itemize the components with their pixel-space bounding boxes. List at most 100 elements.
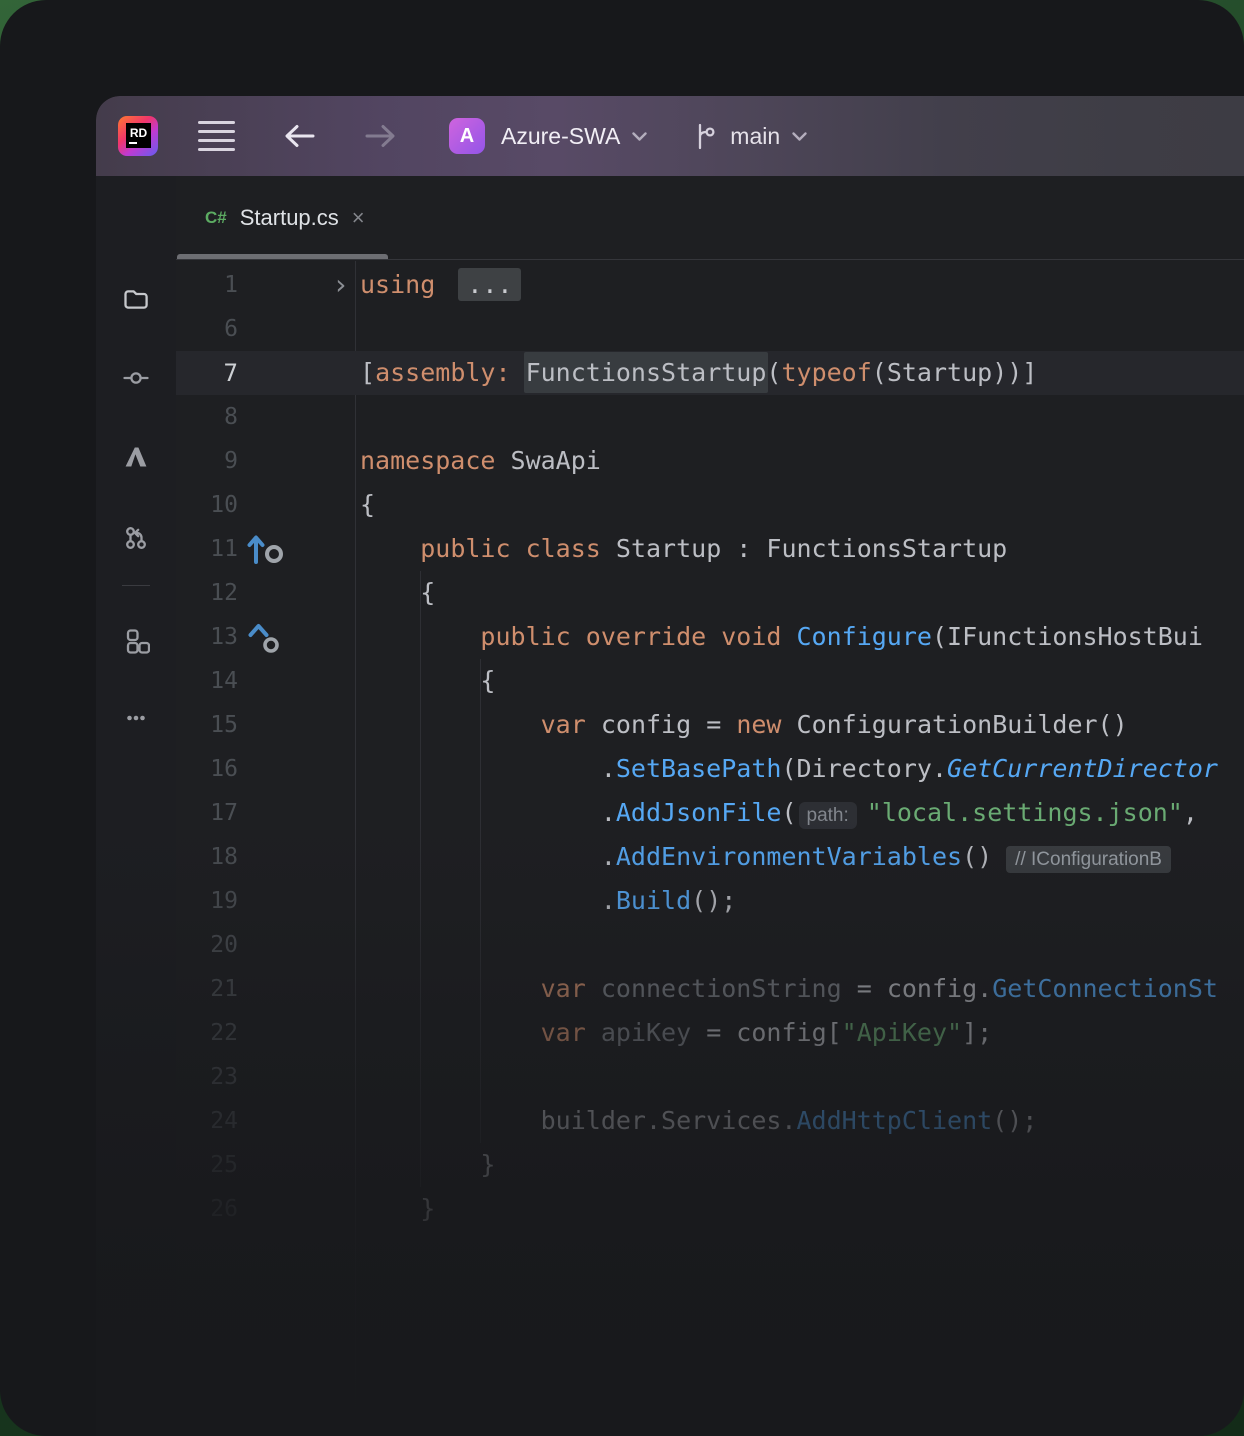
gutter-cell[interactable]: 6: [176, 307, 355, 351]
editor-tab-bar: C# Startup.cs ×: [176, 176, 1244, 260]
code-line[interactable]: 9namespace SwaApi: [176, 439, 1244, 483]
gutter-cell[interactable]: 20: [176, 923, 355, 967]
gutter-cell[interactable]: 14: [176, 659, 355, 703]
code-token: public override void: [480, 622, 796, 651]
fold-chevron-icon[interactable]: ›: [332, 263, 349, 307]
code-line[interactable]: 13 public override void Configure(IFunct…: [176, 615, 1244, 659]
sidebar-item-more[interactable]: [122, 704, 150, 732]
code-text: .Build();: [355, 879, 736, 923]
project-avatar[interactable]: A: [449, 118, 485, 154]
gutter-cell[interactable]: 9: [176, 439, 355, 483]
code-line[interactable]: 19 .Build();: [176, 879, 1244, 923]
code-token: [360, 534, 420, 563]
code-token: Startup : FunctionsStartup: [616, 534, 1007, 563]
chevron-down-icon: [631, 131, 648, 142]
code-token: (Directory.: [781, 754, 947, 783]
code-line[interactable]: 11 public class Startup : FunctionsStart…: [176, 527, 1244, 571]
branch-selector-button[interactable]: [791, 131, 808, 142]
gutter-cell[interactable]: 10: [176, 483, 355, 527]
code-token: (): [962, 842, 992, 871]
code-editor[interactable]: 1›using ...67[assembly: FunctionsStartup…: [176, 261, 1244, 1436]
project-selector-button[interactable]: [631, 131, 648, 142]
code-text: [355, 923, 360, 967]
main-menu-button[interactable]: [198, 121, 235, 152]
code-line[interactable]: 17 .AddJsonFile(path:"local.settings.jso…: [176, 791, 1244, 835]
line-number: 11: [210, 527, 238, 571]
line-number: 10: [210, 483, 238, 527]
code-line[interactable]: 18 .AddEnvironmentVariables()// IConfigu…: [176, 835, 1244, 879]
gutter-cell[interactable]: 11: [176, 527, 355, 571]
code-token: AddEnvironmentVariables: [616, 842, 962, 871]
code-line[interactable]: 1›using ...: [176, 263, 1244, 307]
code-token: .: [360, 798, 616, 827]
code-token: "local.settings.json": [867, 798, 1183, 827]
line-number: 26: [210, 1187, 238, 1231]
tab-startup-cs[interactable]: C# Startup.cs ×: [176, 176, 389, 259]
code-text: builder.Services.AddHttpClient();: [355, 1099, 1037, 1143]
code-line[interactable]: 8: [176, 395, 1244, 439]
code-text: {: [355, 483, 375, 527]
code-token: {: [360, 490, 375, 519]
vcs-widget[interactable]: main: [692, 121, 808, 151]
code-line[interactable]: 7[assembly: FunctionsStartup(typeof(Star…: [176, 351, 1244, 395]
gutter-cell[interactable]: 1›: [176, 263, 355, 307]
gutter-cell[interactable]: 16: [176, 747, 355, 791]
gutter-cell[interactable]: 15: [176, 703, 355, 747]
code-token: SetBasePath: [616, 754, 782, 783]
sidebar-item-structure[interactable]: [122, 627, 150, 655]
code-line[interactable]: 25 }: [176, 1143, 1244, 1187]
gutter-cell[interactable]: 25: [176, 1143, 355, 1187]
tab-close-icon[interactable]: ×: [352, 207, 365, 229]
gutter-cell[interactable]: 23: [176, 1055, 355, 1099]
back-button[interactable]: [281, 122, 317, 150]
code-line[interactable]: 16 .SetBasePath(Directory.GetCurrentDire…: [176, 747, 1244, 791]
gutter-cell[interactable]: 8: [176, 395, 355, 439]
git-branch-icon: [692, 121, 718, 151]
overrides-marker-icon: [246, 620, 282, 654]
code-token: .: [360, 842, 616, 871]
gutter-cell[interactable]: 22: [176, 1011, 355, 1055]
code-token: .: [360, 754, 616, 783]
line-number: 7: [224, 351, 238, 395]
gutter-cell[interactable]: 18: [176, 835, 355, 879]
code-line[interactable]: 6: [176, 307, 1244, 351]
code-text: [355, 1055, 360, 1099]
gutter-cell[interactable]: 21: [176, 967, 355, 1011]
gutter-cell[interactable]: 26: [176, 1187, 355, 1231]
forward-button[interactable]: [363, 122, 399, 150]
code-token: using: [360, 270, 450, 299]
main-toolbar: RD A Azure-SWA: [96, 96, 1244, 176]
code-line[interactable]: 22 var apiKey = config["ApiKey"];: [176, 1011, 1244, 1055]
code-line[interactable]: 26 }: [176, 1187, 1244, 1231]
gutter-cell[interactable]: 12: [176, 571, 355, 615]
code-text: .AddJsonFile(path:"local.settings.json",: [355, 791, 1198, 835]
code-token: var: [541, 1018, 601, 1047]
gutter-cell[interactable]: 19: [176, 879, 355, 923]
sidebar-item-commit[interactable]: [122, 364, 150, 392]
overrides-gutter-icon[interactable]: [246, 620, 282, 654]
sidebar-item-pull-requests[interactable]: [122, 524, 150, 552]
gutter-cell[interactable]: 13: [176, 615, 355, 659]
code-token: ...: [458, 268, 521, 301]
gutter-cell[interactable]: 7: [176, 351, 355, 395]
code-line[interactable]: 12 {: [176, 571, 1244, 615]
more-dots-icon: [122, 704, 150, 732]
sidebar-item-project[interactable]: [122, 285, 150, 313]
code-token: new: [736, 710, 796, 739]
code-line[interactable]: 23: [176, 1055, 1244, 1099]
sidebar-item-azure[interactable]: [122, 443, 150, 471]
code-line[interactable]: 24 builder.Services.AddHttpClient();: [176, 1099, 1244, 1143]
project-name[interactable]: Azure-SWA: [501, 123, 620, 150]
gutter-cell[interactable]: 17: [176, 791, 355, 835]
rider-logo-icon[interactable]: RD: [118, 116, 158, 156]
implements-gutter-icon[interactable]: [246, 532, 284, 565]
code-line[interactable]: 21 var connectionString = config.GetConn…: [176, 967, 1244, 1011]
code-text: var connectionString = config.GetConnect…: [355, 967, 1218, 1011]
code-line[interactable]: 14 {: [176, 659, 1244, 703]
code-line[interactable]: 10 {: [176, 483, 1244, 527]
gutter-cell[interactable]: 24: [176, 1099, 355, 1143]
code-line[interactable]: 20: [176, 923, 1244, 967]
code-line[interactable]: 15 var config = new ConfigurationBuilder…: [176, 703, 1244, 747]
code-token: var: [541, 710, 601, 739]
code-token: SwaApi: [511, 446, 601, 475]
